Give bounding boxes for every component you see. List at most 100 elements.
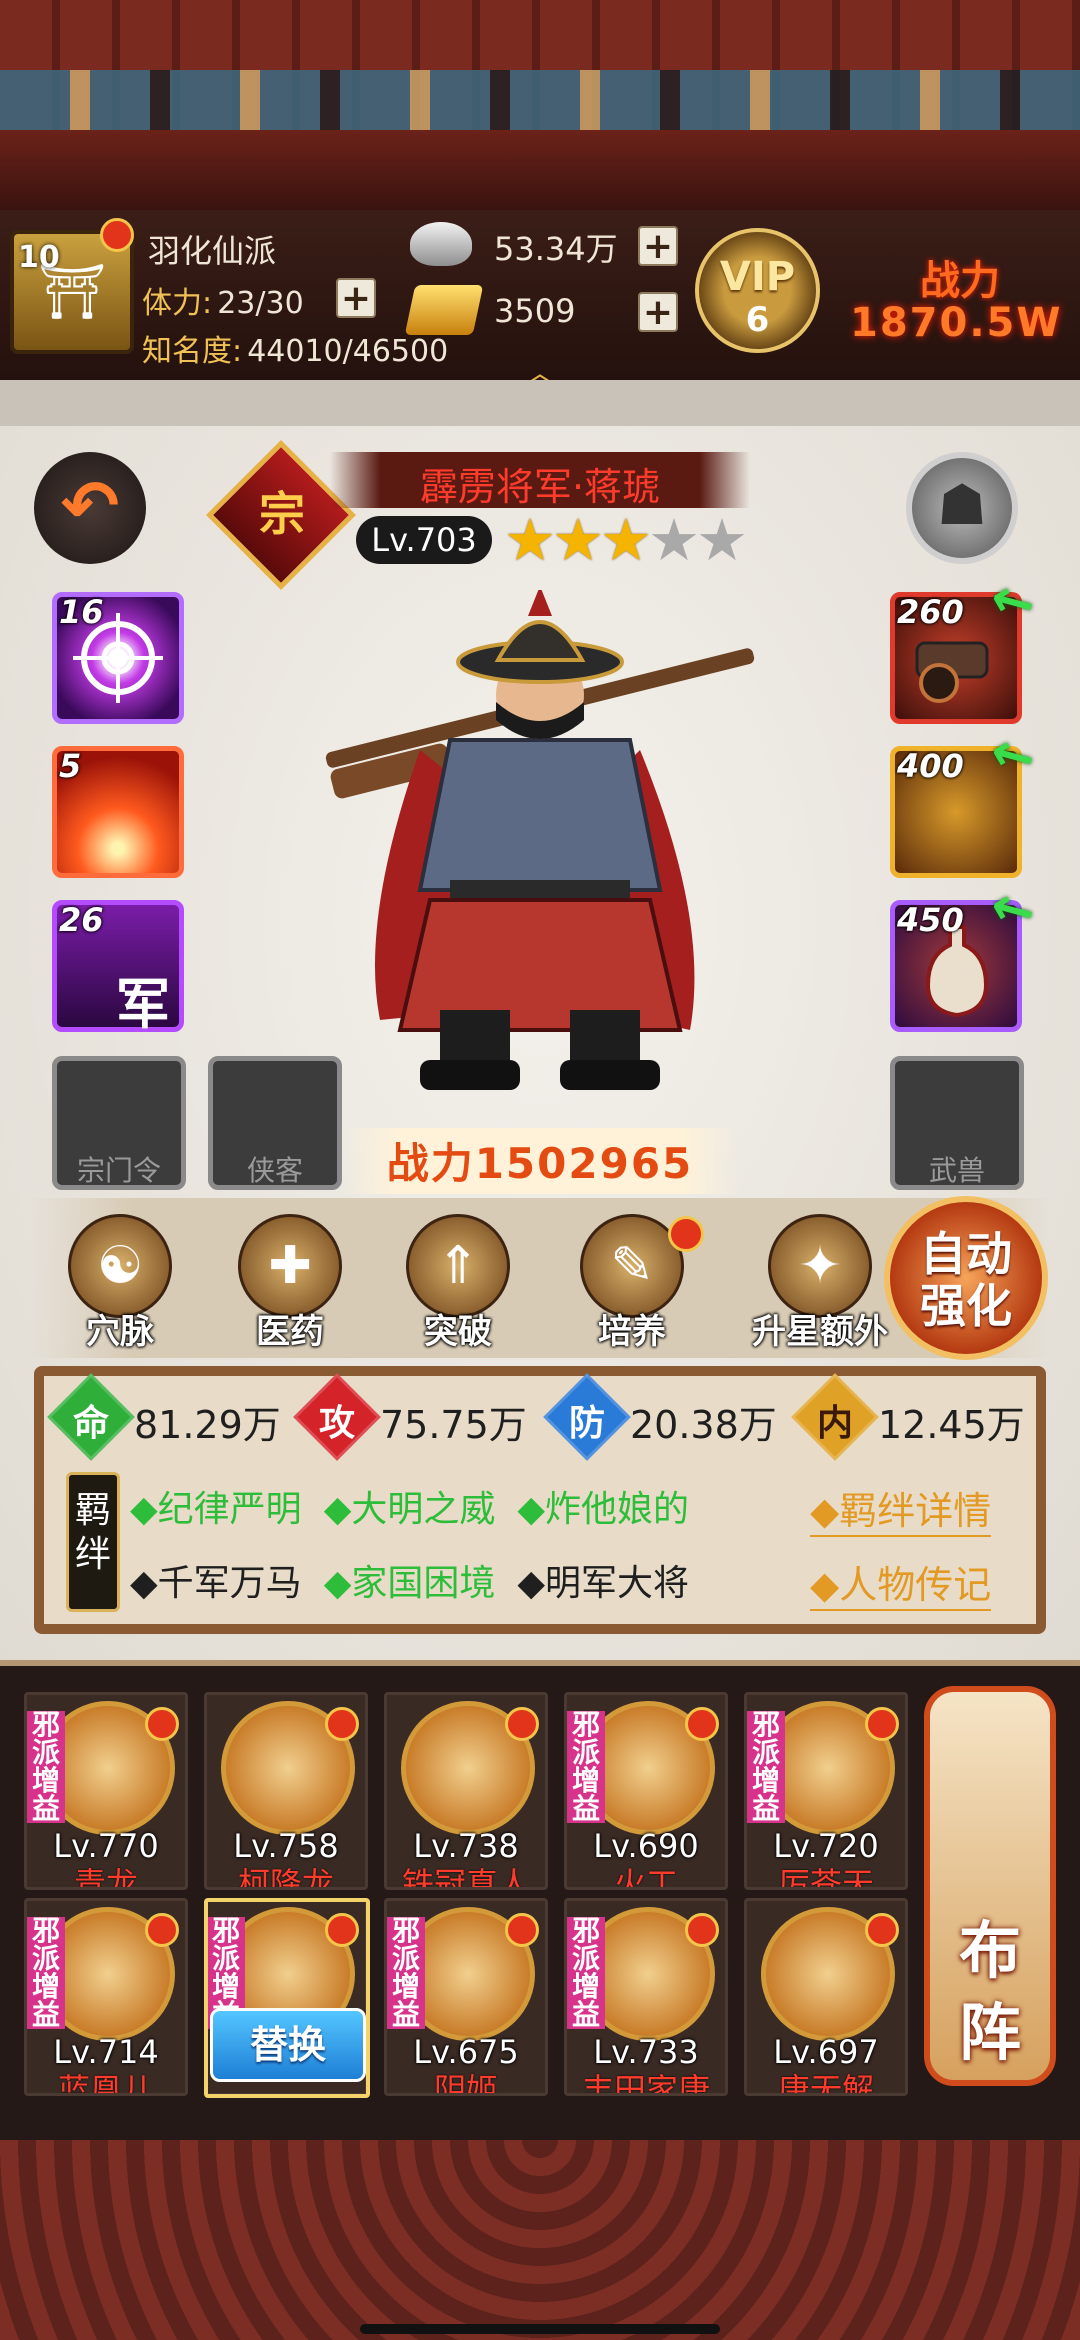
faction-buff-tag: 邪派增益 bbox=[27, 1917, 65, 2029]
panel-divider bbox=[0, 380, 1080, 426]
stat-value: 12.45万 bbox=[878, 1403, 1025, 1447]
faction-buff-tag: 邪派增益 bbox=[567, 1917, 605, 2029]
person-icon: ☗ bbox=[936, 473, 988, 538]
roster-hero-card[interactable]: 邪派增益 Lv.770 青龙 bbox=[24, 1692, 188, 1890]
function-label: 突破 bbox=[424, 1312, 492, 1352]
roster-hero-card[interactable]: 邪派增益 Lv.720 厉苍天 bbox=[744, 1692, 908, 1890]
sect-name: 羽化仙派 bbox=[148, 232, 277, 270]
stat-label: 命 bbox=[72, 1403, 109, 1444]
stat-value: 81.29万 bbox=[134, 1403, 281, 1447]
sect-token-label: 宗门令 bbox=[76, 1154, 161, 1187]
gold-icon bbox=[404, 285, 484, 335]
notification-dot bbox=[668, 1216, 704, 1252]
notification-dot bbox=[145, 1913, 179, 1947]
fetter-details-link[interactable]: ◆羁绊详情 bbox=[810, 1480, 992, 1537]
stamina-label: 体力: bbox=[142, 286, 213, 321]
hero-info-button[interactable]: ☗ bbox=[906, 452, 1018, 564]
star-filled-icon: ★ bbox=[600, 506, 652, 574]
fame-label: 知名度: bbox=[142, 334, 243, 369]
skill-level: 16 bbox=[59, 593, 104, 631]
equipment-level: 450 bbox=[897, 901, 964, 939]
fetter-item[interactable]: ◆纪律严明 bbox=[130, 1489, 302, 1530]
back-button[interactable]: ↶ bbox=[34, 452, 146, 564]
stat-label: 攻 bbox=[318, 1403, 355, 1444]
star-rating: ★★★★★ bbox=[504, 506, 748, 574]
roster-hero-name: 阴姬 bbox=[433, 2071, 498, 2096]
fetter-item[interactable]: ◆大明之威 bbox=[324, 1489, 496, 1530]
function-button-meridian[interactable]: ☯ 穴脉 bbox=[60, 1214, 180, 1353]
notification-dot bbox=[145, 1707, 179, 1741]
notification-dot bbox=[505, 1913, 539, 1947]
skill-level: 5 bbox=[59, 747, 82, 785]
fetter-item[interactable]: ◆炸他娘的 bbox=[517, 1489, 689, 1530]
faction-buff-tag: 邪派增益 bbox=[27, 1711, 65, 1823]
skill-slot-target[interactable]: 16 bbox=[52, 592, 184, 724]
skill-level: 26 bbox=[59, 901, 104, 939]
vip-badge[interactable]: VIP 6 bbox=[695, 228, 820, 353]
roster-hero-card[interactable]: Lv.758 柯降龙 bbox=[204, 1692, 368, 1890]
beast-label: 武兽 bbox=[928, 1154, 985, 1187]
meridian-icon: ☯ bbox=[68, 1214, 172, 1318]
faction-buff-tag: 邪派增益 bbox=[747, 1711, 785, 1823]
roster-hero-card[interactable]: Lv.738 铁冠真人 bbox=[384, 1692, 548, 1890]
notification-dot bbox=[325, 1707, 359, 1741]
function-button-star-up[interactable]: ✦ 升星额外 bbox=[740, 1214, 900, 1353]
fetter-item[interactable]: ◆家国困境 bbox=[324, 1563, 496, 1604]
fetter-badge: 羁绊 bbox=[66, 1472, 120, 1612]
star-empty-icon: ★ bbox=[696, 506, 748, 574]
function-label: 培养 bbox=[598, 1312, 666, 1352]
total-power-value: 1870.5W bbox=[850, 300, 1063, 346]
roster-hero-name: 铁冠真人 bbox=[401, 1865, 530, 1890]
silver-icon bbox=[410, 222, 472, 266]
stat-label: 内 bbox=[816, 1403, 853, 1444]
skill-slot-explosion[interactable]: 5 bbox=[52, 746, 184, 878]
stat-label: 防 bbox=[568, 1403, 605, 1444]
add-stamina-button[interactable]: + bbox=[336, 278, 376, 318]
replace-button[interactable]: 替换 bbox=[210, 2008, 366, 2082]
back-arrow-icon: ↶ bbox=[60, 465, 120, 547]
system-nav-handle[interactable] bbox=[360, 2324, 720, 2334]
roster-hero-card[interactable]: 邪派增益 Lv.733 丰田家康 bbox=[564, 1898, 728, 2096]
equipment-level: 400 bbox=[897, 747, 964, 785]
stamina-value: 23/30 bbox=[217, 286, 304, 321]
army-icon: 军 bbox=[116, 973, 170, 1036]
beast-slot[interactable]: 武兽 bbox=[890, 1056, 1024, 1190]
roof-band bbox=[0, 70, 1080, 130]
star-empty-icon: ★ bbox=[648, 506, 700, 574]
roster-hero-card[interactable]: 邪派增益 Lv.714 蓝凰儿 bbox=[24, 1898, 188, 2096]
sect-token-slot[interactable]: 宗门令 bbox=[52, 1056, 186, 1190]
silver-amount: 53.34万 bbox=[494, 230, 618, 268]
function-button-breakthrough[interactable]: ⇑ 突破 bbox=[398, 1214, 518, 1353]
vip-level: 6 bbox=[745, 300, 770, 340]
hero-figure[interactable] bbox=[300, 590, 780, 1110]
notification-dot bbox=[865, 1707, 899, 1741]
total-power-label: 战力 bbox=[920, 258, 1000, 304]
add-gold-button[interactable]: + bbox=[638, 292, 678, 332]
fame-row: 知名度: 44010/46500 bbox=[142, 326, 448, 370]
add-silver-button[interactable]: + bbox=[638, 226, 678, 266]
medicine-icon: ✚ bbox=[238, 1214, 342, 1318]
fetter-item[interactable]: ◆明军大将 bbox=[517, 1563, 689, 1604]
gold-amount: 3509 bbox=[494, 292, 576, 330]
auto-strengthen-button[interactable]: 自动 强化 bbox=[884, 1196, 1048, 1360]
star-up-icon: ✦ bbox=[768, 1214, 872, 1318]
roster-hero-card[interactable]: 邪派增益 Lv.690 火工 bbox=[564, 1692, 728, 1890]
roster-hero-card[interactable]: Lv.697 唐无解 bbox=[744, 1898, 908, 2096]
faction-buff-tag: 邪派增益 bbox=[567, 1711, 605, 1823]
roster-hero-name: 火工 bbox=[613, 1865, 678, 1890]
roster-hero-name: 蓝凰儿 bbox=[57, 2071, 154, 2096]
function-button-medicine[interactable]: ✚ 医药 bbox=[230, 1214, 350, 1353]
notification-dot bbox=[100, 218, 134, 252]
faction-buff-tag: 邪派增益 bbox=[387, 1917, 425, 2029]
fetter-badge-label: 羁绊 bbox=[74, 1490, 111, 1575]
fetters-row-2: ◆千军万马 ◆家国困境 ◆明军大将 bbox=[130, 1554, 711, 1606]
hero-level: Lv.703 bbox=[356, 516, 492, 564]
quality-text: 宗 bbox=[259, 487, 305, 541]
function-label: 升星额外 bbox=[752, 1312, 888, 1352]
roster-hero-name: 青龙 bbox=[73, 1865, 138, 1890]
notification-dot bbox=[505, 1707, 539, 1741]
fetter-item[interactable]: ◆千军万马 bbox=[130, 1563, 302, 1604]
breakthrough-icon: ⇑ bbox=[406, 1214, 510, 1318]
roster-hero-card[interactable]: 邪派增益 Lv.675 阴姬 bbox=[384, 1898, 548, 2096]
character-bio-link[interactable]: ◆人物传记 bbox=[810, 1554, 992, 1611]
